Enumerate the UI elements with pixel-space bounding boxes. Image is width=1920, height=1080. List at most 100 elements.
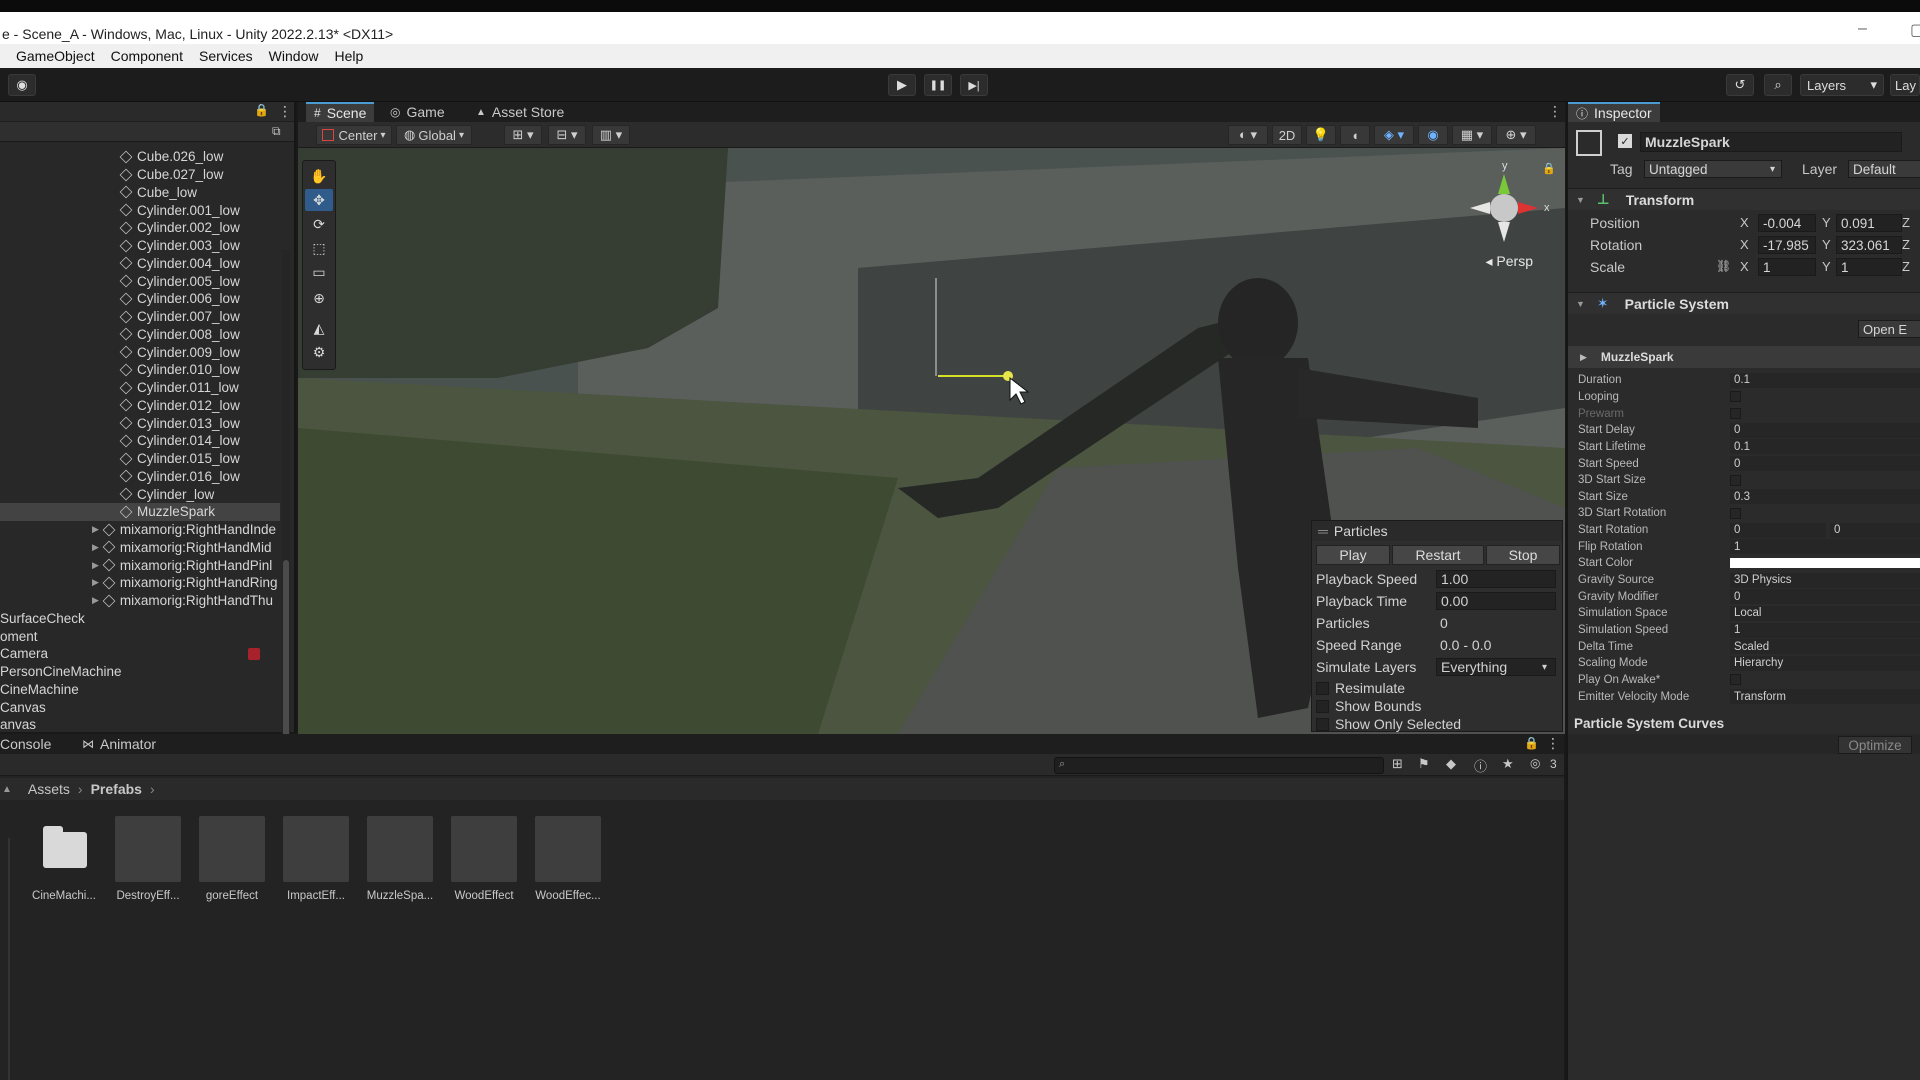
ps-row-value[interactable]: Hierarchy	[1730, 655, 1920, 671]
curves-header[interactable]: Particle System Curves	[1568, 714, 1920, 732]
gizmo-lock-icon[interactable]: 🔒	[1542, 162, 1556, 175]
menu-services[interactable]: Services	[199, 48, 253, 64]
ps-row-value[interactable]: 1	[1730, 622, 1920, 638]
tab-console[interactable]: Console	[0, 734, 59, 754]
transform-rotation-x-field[interactable]: -17.985	[1758, 236, 1816, 254]
pivot-dropdown[interactable]: Center ▾	[316, 125, 392, 145]
particles-restart-button[interactable]: Restart	[1392, 545, 1484, 565]
tab-animator[interactable]: ⋈ Animator	[74, 734, 164, 754]
hierarchy-item[interactable]: Cylinder.014_low	[119, 432, 280, 450]
constrain-proportions-icon[interactable]: ⛓	[1716, 259, 1731, 273]
particles-title-bar[interactable]: ═ Particles	[1312, 521, 1562, 541]
info-icon[interactable]: ⓘ	[1474, 756, 1487, 775]
hierarchy-item[interactable]: ▶ mixamorig:RightHandInde	[92, 521, 280, 539]
hierarchy-item[interactable]: Cylinder.007_low	[119, 308, 280, 326]
breadcrumb-assets[interactable]: Assets	[28, 781, 70, 797]
transform-header[interactable]: ▼ ⊥ Transform	[1568, 188, 1920, 210]
hand-tool-icon[interactable]: ✋	[305, 165, 333, 187]
persp-label[interactable]: ◂ Persp	[1486, 253, 1534, 270]
hierarchy-item[interactable]: Cylinder.013_low	[119, 414, 280, 432]
hierarchy-item[interactable]: ▶ mixamorig:RightHandPinl	[92, 556, 280, 574]
ps-row-value-secondary[interactable]: 0	[1830, 522, 1920, 538]
ps-row-value[interactable]: Scaled	[1730, 639, 1920, 655]
hierarchy-item[interactable]: CineMachine	[0, 681, 280, 699]
hierarchy-search-bar[interactable]: ⧉	[0, 122, 294, 142]
breadcrumb-prefabs[interactable]: Prefabs	[91, 781, 142, 797]
gizmos-dropdown-icon[interactable]: ⊕ ▾	[1496, 125, 1536, 145]
hierarchy-item[interactable]: Cylinder.010_low	[119, 361, 280, 379]
hierarchy-item[interactable]: Cube.027_low	[119, 166, 280, 184]
hierarchy-item[interactable]: Cube.026_low	[119, 148, 280, 166]
asset-prefab[interactable]: goreEffect	[196, 816, 268, 902]
label-icon[interactable]: ◆	[1446, 756, 1456, 772]
hierarchy-item[interactable]: Cylinder.004_low	[119, 255, 280, 273]
hierarchy-item[interactable]: Cube_low	[119, 184, 280, 202]
hierarchy-item[interactable]: Cylinder.012_low	[119, 397, 280, 415]
minimize-icon[interactable]: –	[1858, 20, 1867, 38]
hierarchy-item[interactable]: oment	[0, 627, 280, 645]
visibility-toggle-icon[interactable]: ◉	[1418, 125, 1448, 145]
layer-dropdown[interactable]: Default	[1848, 160, 1920, 178]
hierarchy-item[interactable]: Cylinder.001_low	[119, 201, 280, 219]
layout-dropdown[interactable]: Lay	[1890, 74, 1920, 96]
particles-row-value[interactable]: Everything	[1436, 658, 1556, 676]
menu-gameobject[interactable]: GameObject	[16, 48, 95, 64]
particle-system-header[interactable]: ▼ ✶ Particle System	[1568, 292, 1920, 314]
hierarchy-item[interactable]: Cylinder.015_low	[119, 450, 280, 468]
more-menu-icon[interactable]: ⋮	[278, 103, 292, 120]
asset-folder[interactable]: CineMachi...	[28, 816, 100, 902]
checkbox[interactable]	[1730, 391, 1741, 403]
favorite-icon[interactable]: ★	[1502, 756, 1514, 772]
particles-toggle[interactable]: Show Only Selected	[1316, 715, 1560, 733]
checkbox[interactable]	[1316, 717, 1329, 731]
expand-arrow-icon[interactable]: ▶	[92, 542, 99, 553]
checkbox[interactable]	[1316, 699, 1329, 713]
ps-row-value[interactable]: 0.1	[1730, 372, 1920, 388]
asset-prefab[interactable]: ImpactEff...	[280, 816, 352, 902]
ps-row-value[interactable]: Local	[1730, 605, 1920, 621]
hierarchy-item[interactable]: SurfaceCheck	[0, 610, 280, 628]
tab-asset-store[interactable]: ▲ Asset Store	[468, 102, 572, 122]
particles-stop-button[interactable]: Stop	[1486, 545, 1560, 565]
particles-toggle[interactable]: Resimulate	[1316, 679, 1560, 697]
play-icon[interactable]: ▶	[888, 74, 916, 96]
ps-row-value[interactable]: 0.1	[1730, 439, 1920, 455]
hierarchy-item[interactable]: Cylinder.016_low	[119, 468, 280, 486]
start-color-swatch[interactable]	[1730, 558, 1920, 569]
expand-icon[interactable]: ⧉	[272, 124, 281, 139]
optimize-button[interactable]: Optimize	[1838, 736, 1912, 754]
hierarchy-item[interactable]: PersonCineMachine	[0, 663, 280, 681]
lighting-toggle-icon[interactable]: 💡	[1306, 125, 1336, 145]
checkbox[interactable]	[1730, 474, 1741, 486]
rotate-tool-icon[interactable]: ⟳	[305, 213, 333, 235]
hierarchy-item[interactable]: Cylinder.011_low	[119, 379, 280, 397]
asset-prefab[interactable]: MuzzleSpa...	[364, 816, 436, 902]
hierarchy-item[interactable]: Cylinder.006_low	[119, 290, 280, 308]
audio-toggle-icon[interactable]: ◖	[1340, 125, 1370, 145]
scale-tool-icon[interactable]: ⬚	[305, 237, 333, 259]
hierarchy-item[interactable]: Canvas	[0, 698, 280, 716]
hierarchy-item[interactable]: anvas	[0, 716, 280, 734]
hierarchy-item[interactable]: Cylinder.002_low	[119, 219, 280, 237]
tab-inspector[interactable]: ⓘ Inspector	[1568, 102, 1660, 122]
checkbox[interactable]	[1730, 674, 1741, 686]
project-search-input[interactable]: ⌕	[1054, 757, 1384, 774]
maximize-icon[interactable]: ▢	[1910, 20, 1920, 40]
asset-prefab[interactable]: WoodEffec...	[532, 816, 604, 902]
active-checkbox[interactable]: ✓	[1618, 134, 1632, 148]
transform-scale-y-field[interactable]: 1	[1836, 258, 1902, 276]
create-icon[interactable]: ⊞	[1392, 756, 1403, 772]
checkbox[interactable]	[1316, 681, 1329, 695]
camera-settings-icon[interactable]: ▦ ▾	[1452, 125, 1492, 145]
space-dropdown[interactable]: ◍ Global ▾	[396, 125, 472, 145]
asset-prefab[interactable]: DestroyEff...	[112, 816, 184, 902]
shading-mode-button[interactable]: ◐ ▾	[1228, 125, 1268, 145]
hierarchy-item[interactable]: Camera	[0, 645, 280, 663]
ruler-button[interactable]: ▥ ▾	[592, 125, 630, 145]
history-icon[interactable]: ↺	[1726, 74, 1754, 96]
settings-tool-icon[interactable]: ⚙	[305, 341, 333, 363]
menu-help[interactable]: Help	[334, 48, 363, 64]
transform-scale-x-field[interactable]: 1	[1758, 258, 1816, 276]
ps-row-value[interactable]: 0	[1730, 422, 1920, 438]
expand-arrow-icon[interactable]: ▶	[92, 595, 99, 606]
